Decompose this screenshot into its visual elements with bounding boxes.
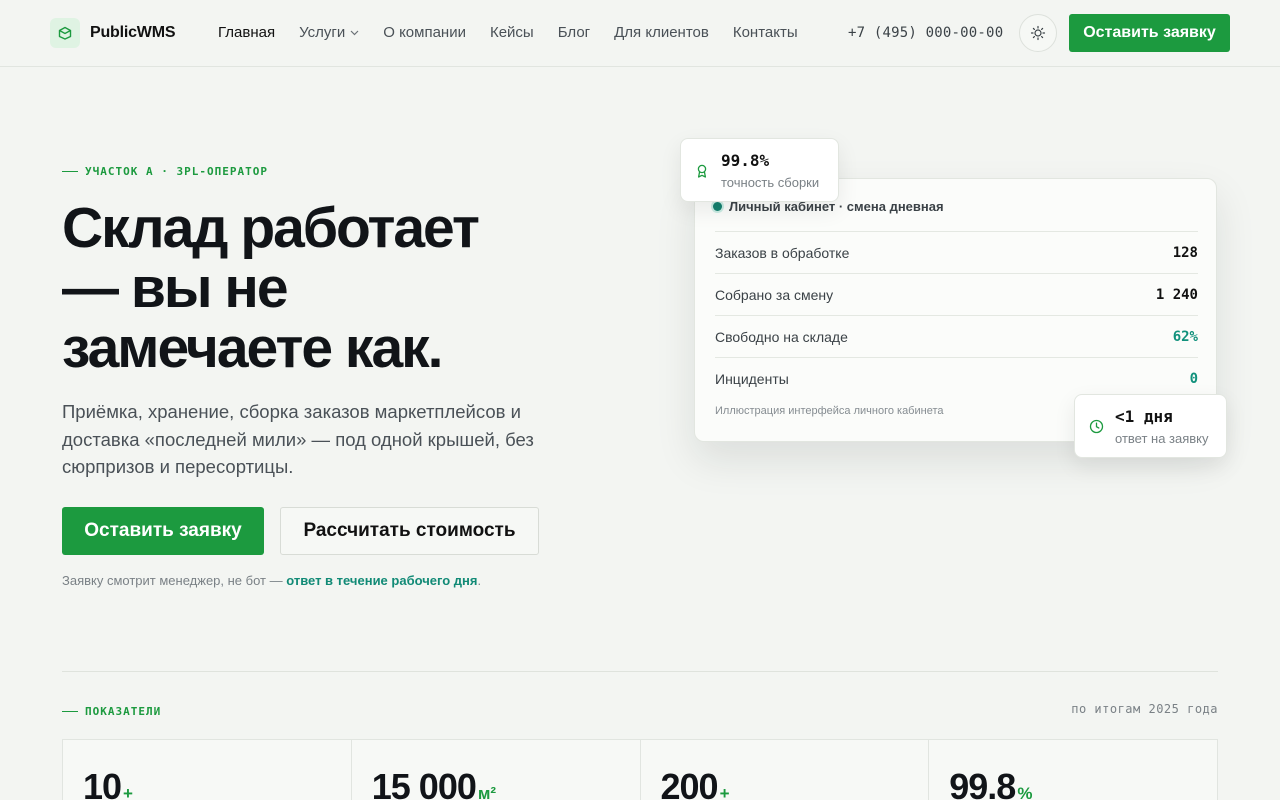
stats-eyebrow-text: ПОКАЗАТЕЛИ	[85, 705, 162, 718]
chevron-down-icon	[350, 30, 359, 35]
nav-item-blog[interactable]: Блог	[558, 24, 590, 41]
stat-unit: +	[123, 784, 133, 800]
dashboard-row: Инциденты 0	[715, 357, 1198, 399]
stat-unit: %	[1017, 784, 1033, 800]
stats-row: 10 + 15 000 м² 200 + 99.8%	[62, 739, 1218, 800]
nav-item-contacts[interactable]: Контакты	[733, 24, 798, 41]
stat-card: 99.8%	[929, 740, 1217, 800]
eyebrow-dash	[62, 171, 78, 172]
stats-eyebrow: ПОКАЗАТЕЛИ	[62, 705, 161, 718]
hero-eyebrow: УЧАСТОК А · 3PL-ОПЕРАТОР	[62, 165, 268, 178]
dashboard-row: Свободно на складе 62%	[715, 315, 1198, 357]
eyebrow-dash	[62, 711, 78, 712]
hero-subtitle: Приёмка, хранение, сборка заказов маркет…	[62, 401, 534, 477]
nav-item-label: Услуги	[299, 24, 346, 41]
header-request-button[interactable]: Оставить заявку	[1069, 14, 1230, 52]
stat-card: 10 +	[63, 740, 352, 800]
accuracy-label: точность сборки	[721, 175, 820, 190]
hero-note: Заявку смотрит менеджер, не бот — ответ …	[62, 573, 481, 588]
calculate-cost-button[interactable]: Рассчитать стоимость	[280, 507, 539, 555]
hero-note-end: .	[477, 573, 482, 588]
nav-item-services[interactable]: Услуги	[299, 24, 359, 41]
stat-unit: м²	[477, 784, 497, 800]
hero-request-button[interactable]: Оставить заявку	[62, 507, 264, 555]
theme-toggle-button[interactable]	[1019, 14, 1057, 52]
logo[interactable]: PublicWMS	[50, 18, 176, 48]
response-label: ответ на заявку	[1115, 431, 1209, 446]
stat-value: 99.8	[949, 766, 1016, 800]
dashboard-footnote: Иллюстрация интерфейса личного кабинета	[715, 405, 944, 417]
clock-icon	[1089, 419, 1104, 434]
site-header: PublicWMS Главная Услуги О компании Кейс…	[0, 0, 1280, 67]
dashboard-row: Заказов в обработке 128	[715, 231, 1198, 273]
hero-title: Склад работает — вы не замечаете как.	[62, 198, 622, 378]
hero-title-line: — вы не	[62, 256, 289, 320]
accuracy-value: 99.8%	[721, 151, 770, 170]
nav-item-about[interactable]: О компании	[383, 24, 466, 41]
response-value: <1 дня	[1115, 407, 1173, 426]
sun-icon	[1030, 25, 1046, 41]
status-dot-icon	[713, 202, 722, 211]
hero-eyebrow-text: УЧАСТОК А · 3PL-ОПЕРАТОР	[85, 165, 268, 178]
stat-card: 200 +	[641, 740, 930, 800]
stat-value: 200	[660, 766, 719, 800]
row-label: Свободно на складе	[715, 328, 848, 345]
response-badge: <1 дня ответ на заявку	[1074, 394, 1227, 458]
stat-value: 10	[83, 766, 122, 800]
row-value: 62%	[1172, 328, 1198, 345]
row-value: 0	[1189, 370, 1198, 387]
hero-title-line: Склад работает	[62, 196, 480, 260]
nav-item-home[interactable]: Главная	[218, 24, 275, 41]
row-label: Инциденты	[715, 370, 789, 387]
response-time-link[interactable]: ответ в течение рабочего дня	[286, 573, 477, 588]
box-icon	[50, 18, 80, 48]
dashboard-rows: Заказов в обработке 128 Собрано за смену…	[715, 231, 1198, 399]
hero-note-text: Заявку смотрит менеджер, не бот —	[62, 573, 287, 588]
accuracy-badge: 99.8% точность сборки	[680, 138, 839, 202]
phone-link[interactable]: +7 (495) 000-00-00	[848, 25, 1003, 41]
nav-item-clients[interactable]: Для клиентов	[614, 24, 709, 41]
stat-card: 15 000 м²	[352, 740, 641, 800]
stat-value: 15 000	[371, 766, 477, 800]
stats-period: по итогам 2025 года	[1071, 702, 1218, 716]
brand-name: PublicWMS	[90, 24, 176, 41]
hero-title-line: замечаете как.	[62, 316, 444, 380]
award-icon	[697, 164, 707, 178]
row-value: 1 240	[1155, 286, 1198, 303]
row-label: Заказов в обработке	[715, 244, 850, 261]
main-nav: Главная Услуги О компании Кейсы Блог Для…	[218, 24, 822, 41]
row-label: Собрано за смену	[715, 286, 834, 303]
row-value: 128	[1172, 244, 1198, 261]
dashboard-row: Собрано за смену 1 240	[715, 273, 1198, 315]
nav-item-cases[interactable]: Кейсы	[490, 24, 534, 41]
section-divider	[62, 671, 1218, 672]
stat-unit: +	[719, 784, 730, 800]
